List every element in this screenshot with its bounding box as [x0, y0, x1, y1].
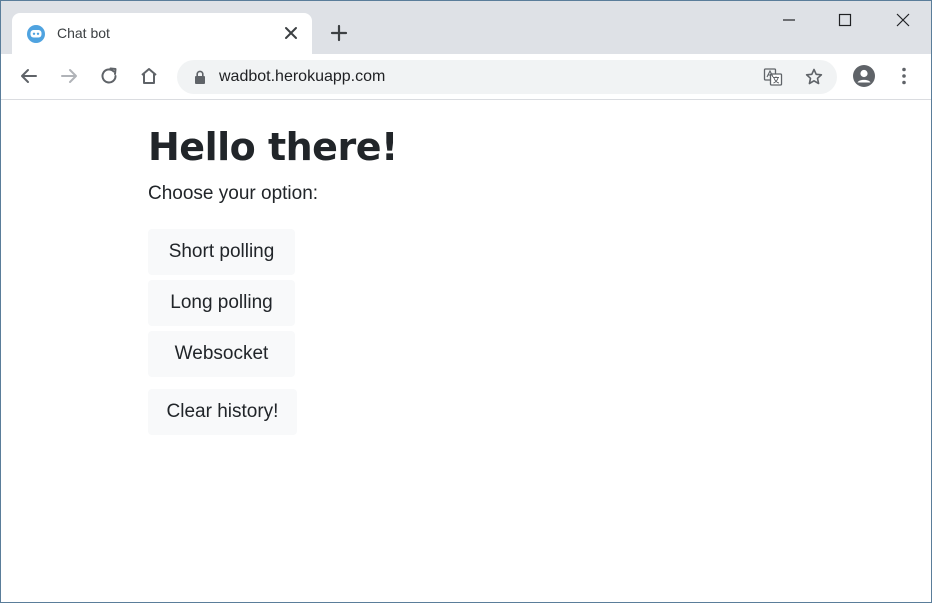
url-text[interactable]: wadbot.herokuapp.com	[219, 68, 385, 86]
clear-history-button[interactable]: Clear history!	[148, 389, 297, 435]
tab-close-icon[interactable]	[282, 24, 300, 42]
tab-chat-bot[interactable]: Chat bot	[12, 13, 312, 54]
profile-icon[interactable]	[852, 64, 876, 88]
lock-icon[interactable]	[193, 70, 207, 84]
browser-toolbar: wadbot.herokuapp.com	[1, 54, 931, 100]
back-arrow-icon[interactable]	[17, 64, 41, 88]
page-title: Hello there!	[148, 125, 398, 169]
long-polling-button[interactable]: Long polling	[148, 280, 295, 326]
maximize-icon[interactable]	[833, 8, 857, 32]
reload-icon[interactable]	[97, 64, 121, 88]
close-window-icon[interactable]	[891, 8, 915, 32]
new-tab-icon[interactable]	[327, 21, 351, 45]
short-polling-button[interactable]: Short polling	[148, 229, 295, 275]
home-icon[interactable]	[137, 64, 161, 88]
translate-icon[interactable]	[763, 67, 783, 87]
websocket-button[interactable]: Websocket	[148, 331, 295, 377]
chatbot-icon	[27, 25, 45, 43]
forward-arrow-icon[interactable]	[57, 64, 81, 88]
address-bar[interactable]: wadbot.herokuapp.com	[177, 60, 837, 94]
option-prompt: Choose your option:	[148, 183, 319, 204]
star-icon[interactable]	[804, 67, 824, 87]
browser-window: Chat bot wadbot.herokuapp.com Hello ther…	[0, 0, 932, 603]
tab-strip: Chat bot	[1, 1, 931, 54]
kebab-menu-icon[interactable]	[892, 64, 916, 88]
page-content: Hello there! Choose your option: Short p…	[1, 101, 931, 602]
minimize-icon[interactable]	[777, 8, 801, 32]
tab-title: Chat bot	[57, 25, 110, 41]
